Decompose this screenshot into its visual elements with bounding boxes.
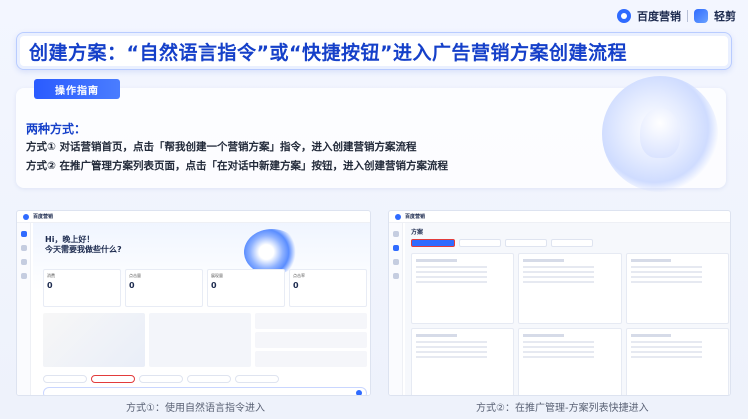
stat-card: 展现量 0	[207, 269, 285, 307]
plan-card[interactable]	[625, 328, 729, 395]
plan-card[interactable]	[518, 328, 622, 395]
feature-card[interactable]	[43, 313, 145, 367]
stats-row: 消费 0 点击量 0 展现量 0 点击率 0	[43, 269, 367, 307]
qingjian-logo-icon	[694, 9, 708, 23]
stat-value: 0	[211, 281, 217, 290]
quick-command-chips	[43, 375, 279, 383]
greeting-line-2: 今天需要我做些什么?	[45, 245, 122, 254]
stat-value: 0	[293, 281, 299, 290]
guide-method-1: 方式① 对话营销首页，点击「帮我创建一个营销方案」指令，进入创建营销方案流程	[26, 141, 417, 153]
news-item[interactable]	[254, 313, 367, 329]
baidu-paw-icon	[395, 213, 401, 220]
topbar-brand: 百度营销	[405, 214, 426, 220]
brand-divider	[687, 10, 688, 22]
sidebar-data-icon	[20, 259, 27, 265]
plan-card[interactable]	[411, 253, 515, 324]
command-chip[interactable]	[235, 375, 279, 383]
feature-card[interactable]	[148, 313, 251, 367]
title-banner: 创建方案：“自然语言指令”或“快捷按钮”进入广告营销方案创建流程	[16, 32, 732, 70]
decorative-orb-icon	[602, 76, 718, 192]
method-2-screenshot: 百度营销 方案	[388, 210, 731, 396]
news-item[interactable]	[254, 351, 367, 367]
orb-petal-icon	[640, 108, 680, 158]
guide-heading: 两种方式：	[26, 122, 87, 136]
sidebar-account-icon	[392, 245, 399, 251]
create-plan-command-chip[interactable]	[91, 375, 135, 383]
sidebar-tools-icon	[392, 273, 399, 279]
plan-list-heading: 方案	[411, 229, 424, 236]
plan-list-page: 方案	[405, 223, 730, 395]
brand-qingjian-label: 轻剪	[714, 10, 736, 23]
page-title: 创建方案：“自然语言指令”或“快捷按钮”进入广告营销方案创建流程	[29, 41, 627, 64]
stat-value: 0	[129, 281, 135, 290]
baidu-paw-icon	[23, 213, 29, 220]
sidebar-home-icon	[392, 231, 399, 237]
sidebar-home-icon	[20, 231, 27, 237]
topbar-brand: 百度营销	[33, 214, 54, 220]
date-range-picker[interactable]	[551, 239, 593, 247]
stat-card: 点击量 0	[125, 269, 203, 307]
plan-card-grid	[411, 253, 729, 395]
stat-label: 点击率	[293, 273, 305, 278]
greeting-line-1: Hi，晚上好！	[45, 235, 95, 244]
stat-value: 0	[47, 281, 53, 290]
plan-card[interactable]	[625, 253, 729, 324]
caption-method-1: 方式①：使用自然语言指令进入	[126, 403, 265, 414]
news-list	[254, 313, 367, 367]
sidebar-data-icon	[392, 259, 399, 265]
screenshot-sidebar	[389, 223, 403, 395]
plan-card[interactable]	[518, 253, 622, 324]
plan-card[interactable]	[411, 328, 515, 395]
command-chip[interactable]	[187, 375, 231, 383]
guide-method-2: 方式② 在推广管理方案列表页面，点击「在对话中新建方案」按钮，进入创建营销方案流…	[26, 160, 449, 172]
sidebar-account-icon	[20, 245, 27, 251]
new-plan-in-chat-button[interactable]	[411, 239, 455, 247]
plan-toolbar	[411, 239, 593, 247]
greeting: Hi，晚上好！ 今天需要我做些什么?	[45, 235, 122, 255]
guide-card: 操作指南 两种方式： 方式① 对话营销首页，点击「帮我创建一个营销方案」指令，进…	[16, 76, 726, 192]
method-1-screenshot: 百度营销 Hi，晚上好！ 今天需要我做些什么? 消费 0 点击量 0 展现量 0 点击…	[16, 210, 371, 396]
baidu-paw-icon	[617, 9, 631, 23]
command-chip[interactable]	[139, 375, 183, 383]
filter-dropdown[interactable]	[459, 239, 501, 247]
command-chip[interactable]	[43, 375, 87, 383]
content-cards	[43, 313, 367, 367]
stat-label: 展现量	[211, 273, 223, 278]
screenshot-sidebar	[17, 223, 31, 395]
news-item[interactable]	[254, 332, 367, 348]
brand-baidu-label: 百度营销	[637, 10, 681, 23]
stat-label: 点击量	[129, 273, 141, 278]
screenshot-topbar: 百度营销	[17, 211, 370, 223]
guide-tag: 操作指南	[34, 79, 120, 99]
stat-card: 消费 0	[43, 269, 121, 307]
brand-header: 百度营销 轻剪	[617, 8, 736, 24]
chat-home: Hi，晚上好！ 今天需要我做些什么? 消费 0 点击量 0 展现量 0 点击率 0	[33, 223, 370, 395]
stat-card: 点击率 0	[289, 269, 367, 307]
caption-method-2: 方式②：在推广管理-方案列表快捷进入	[476, 403, 649, 414]
filter-dropdown[interactable]	[505, 239, 547, 247]
stat-label: 消费	[47, 273, 55, 278]
chat-input[interactable]	[43, 387, 367, 395]
sidebar-tools-icon	[20, 273, 27, 279]
screenshot-topbar: 百度营销	[389, 211, 730, 223]
